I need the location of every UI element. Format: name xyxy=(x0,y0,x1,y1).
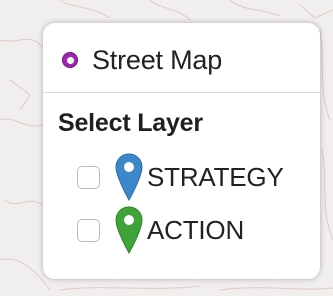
select-layer-heading: Select Layer xyxy=(58,109,203,137)
layer-label: STRATEGY xyxy=(147,161,284,192)
strategy-checkbox[interactable] xyxy=(77,165,100,189)
layer-item-strategy[interactable]: STRATEGY xyxy=(77,153,284,201)
basemap-option-street-map[interactable]: Street Map xyxy=(62,43,222,77)
layer-control-panel: Street Map Select Layer STRATEGY ACTION xyxy=(43,23,320,279)
layer-item-action[interactable]: ACTION xyxy=(77,206,244,254)
layer-label: ACTION xyxy=(147,214,245,245)
radio-selected-icon[interactable] xyxy=(62,52,78,68)
radio-dot xyxy=(66,56,74,64)
action-checkbox[interactable] xyxy=(77,218,100,242)
map-marker-icon xyxy=(115,206,143,254)
map-marker-icon xyxy=(115,153,143,201)
divider xyxy=(43,92,320,93)
basemap-label: Street Map xyxy=(92,44,223,75)
